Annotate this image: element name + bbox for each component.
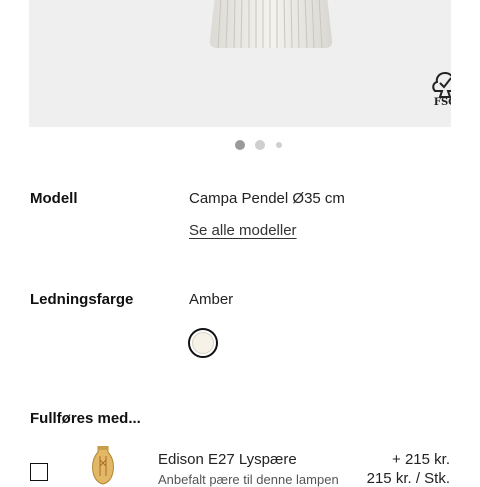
tree-check-icon: ™ (432, 71, 451, 98)
fsc-logo: ™ FSC (425, 70, 451, 110)
complete-with-heading: Fullføres med... (30, 410, 141, 427)
swatch-color-fill (192, 332, 214, 354)
see-all-models-link[interactable]: Se alle modeller (189, 222, 297, 239)
carousel-dot-active[interactable] (235, 140, 245, 150)
fsc-logo-text: FSC (433, 97, 451, 108)
cord-color-value: Amber (189, 291, 234, 308)
cord-color-label: Ledningsfarge (30, 291, 134, 308)
model-label: Modell (30, 190, 78, 207)
product-image-area[interactable]: ™ FSC (29, 0, 451, 127)
addon-name: Edison E27 Lyspære (158, 451, 297, 468)
addon-unit-price: 215 kr. / Stk. (366, 470, 450, 487)
carousel-dot[interactable] (276, 142, 282, 148)
edison-bulb-image (92, 446, 114, 485)
addon-price: + 215 kr. (392, 451, 450, 468)
carousel-dot[interactable] (255, 140, 265, 150)
cord-color-swatch-amber[interactable] (188, 328, 218, 358)
lamp-shade-image (209, 0, 333, 49)
model-value: Campa Pendel Ø35 cm (189, 190, 345, 207)
addon-checkbox[interactable] (30, 463, 48, 481)
carousel-pagination (0, 139, 480, 151)
